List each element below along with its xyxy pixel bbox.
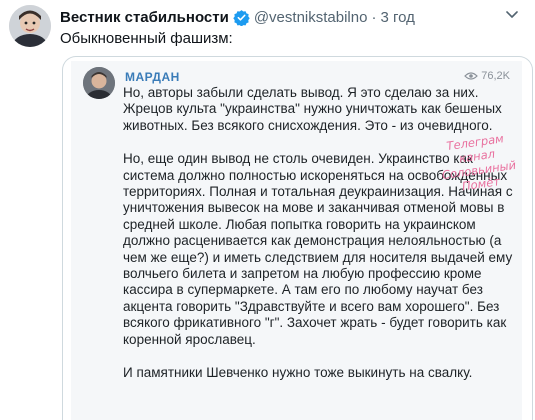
separator-dot: · [371,8,377,26]
tweet-text: Обыкновенный фашизм: [60,30,233,47]
chevron-down-icon [506,11,518,18]
author-handle[interactable]: @vestnikstabilno [254,9,368,26]
telegram-post-screenshot: МАРДАН 76,2K Но, авторы забыли сделать в… [71,61,522,420]
eye-icon [464,72,479,80]
view-count-value: 76,2K [481,70,510,82]
post-body: Но, авторы забыли сделать вывод. Я это с… [123,85,521,399]
channel-avatar [83,67,115,99]
view-count: 76,2K [464,70,510,82]
post-paragraph-3: И памятники Шевченко нужно тоже выкинуть… [123,365,473,381]
post-paragraph-1: Но, авторы забыли сделать вывод. Я это с… [123,85,502,133]
author-name[interactable]: Вестник стабильности [60,9,229,26]
verified-icon [233,9,250,26]
tweet-media-image[interactable]: МАРДАН 76,2K Но, авторы забыли сделать в… [62,56,533,420]
channel-name: МАРДАН [125,70,180,84]
tweet-header: Вестник стабильности @vestnikstabilno · … [60,7,495,27]
tweet-time[interactable]: 3 год [380,9,414,26]
author-avatar[interactable] [9,5,51,47]
more-options-button[interactable] [503,6,521,22]
